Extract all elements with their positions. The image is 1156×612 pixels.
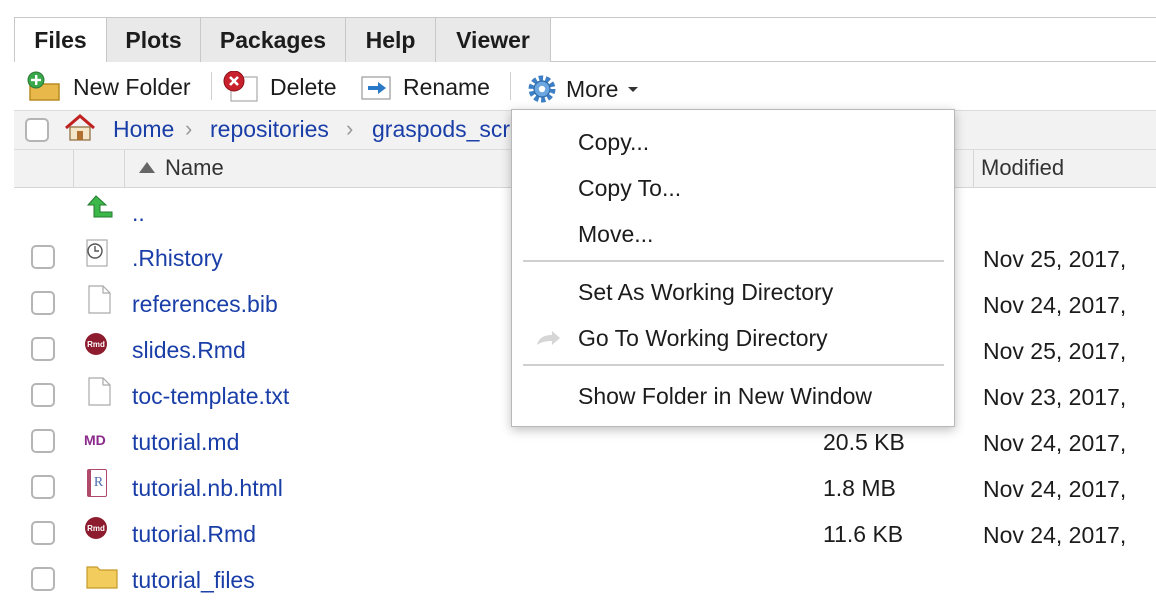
tab-plots[interactable]: Plots bbox=[107, 18, 201, 62]
tab-viewer[interactable]: Viewer bbox=[436, 18, 551, 62]
select-all-checkbox[interactable] bbox=[25, 118, 49, 142]
r-icon-text: R bbox=[93, 475, 104, 490]
file-size: 20.5 KB bbox=[823, 429, 905, 455]
file-modified: Nov 24, 2017, bbox=[983, 292, 1127, 318]
rmd-file-icon: Rmd bbox=[85, 333, 107, 355]
file-name-link[interactable]: slides.Rmd bbox=[132, 337, 246, 364]
file-name-link[interactable]: references.bib bbox=[132, 291, 278, 318]
md-file-icon: MD bbox=[84, 429, 112, 451]
delete-icon bbox=[223, 71, 258, 102]
file-modified: Nov 25, 2017, bbox=[983, 338, 1127, 364]
header-divider bbox=[973, 150, 974, 188]
tab-help[interactable]: Help bbox=[346, 18, 436, 62]
tab-files[interactable]: Files bbox=[14, 18, 107, 62]
breadcrumb-separator: › bbox=[185, 116, 193, 141]
breadcrumb-separator: › bbox=[346, 116, 354, 141]
file-size: 11.6 KB bbox=[823, 521, 904, 547]
file-name-link[interactable]: .. bbox=[132, 200, 145, 227]
file-name-link[interactable]: .Rhistory bbox=[132, 245, 223, 272]
tab-packages[interactable]: Packages bbox=[201, 18, 346, 62]
file-modified: Nov 24, 2017, bbox=[983, 522, 1127, 548]
file-name-link[interactable]: tutorial.md bbox=[132, 429, 239, 456]
breadcrumb-repositories[interactable]: repositories bbox=[210, 116, 329, 143]
row-checkbox[interactable] bbox=[31, 521, 55, 545]
menu-item-copy[interactable]: Copy... bbox=[578, 129, 649, 156]
breadcrumb-current[interactable]: graspods_scr bbox=[372, 116, 510, 143]
new-folder-button[interactable]: New Folder bbox=[26, 70, 191, 104]
delete-label: Delete bbox=[270, 73, 337, 100]
toolbar-separator bbox=[211, 72, 212, 100]
file-modified: Nov 23, 2017, bbox=[983, 384, 1127, 410]
rmd-file-icon: Rmd bbox=[85, 517, 107, 539]
row-checkbox[interactable] bbox=[31, 337, 55, 361]
tab-bar-filler bbox=[551, 18, 1156, 62]
header-divider bbox=[73, 150, 74, 188]
new-folder-icon bbox=[27, 71, 60, 101]
md-icon-text: MD bbox=[84, 432, 106, 448]
row-checkbox[interactable] bbox=[31, 567, 55, 591]
file-modified: Nov 25, 2017, bbox=[983, 246, 1127, 272]
top-strip bbox=[0, 0, 1156, 17]
new-folder-label: New Folder bbox=[73, 73, 191, 100]
column-name-header[interactable]: Name bbox=[165, 155, 224, 181]
toolbar-separator bbox=[510, 72, 511, 100]
file-size: 1.8 MB bbox=[823, 475, 896, 501]
blank-file-icon bbox=[88, 285, 111, 314]
header-divider bbox=[124, 150, 125, 188]
row-checkbox[interactable] bbox=[31, 429, 55, 453]
history-clock-icon bbox=[86, 239, 108, 267]
go-to-arrow-icon bbox=[537, 331, 560, 345]
file-name-link[interactable]: tutorial.nb.html bbox=[132, 475, 283, 502]
column-modified-header[interactable]: Modified bbox=[981, 155, 1064, 181]
file-modified: Nov 24, 2017, bbox=[983, 476, 1127, 502]
sort-ascending-icon bbox=[139, 162, 155, 173]
file-name-link[interactable]: tutorial.Rmd bbox=[132, 521, 256, 548]
row-checkbox[interactable] bbox=[31, 383, 55, 407]
blank-file-icon bbox=[88, 377, 111, 406]
delete-button[interactable]: Delete bbox=[222, 70, 336, 104]
row-checkbox[interactable] bbox=[31, 291, 55, 315]
rename-label: Rename bbox=[403, 73, 490, 100]
r-notebook-icon: R bbox=[87, 469, 107, 497]
rename-icon bbox=[361, 76, 391, 100]
more-dropdown-menu bbox=[511, 109, 955, 427]
rmd-icon-text: Rmd bbox=[87, 339, 105, 349]
gear-icon bbox=[528, 75, 556, 103]
more-label: More bbox=[566, 75, 619, 102]
menu-item-set-working-directory[interactable]: Set As Working Directory bbox=[578, 279, 833, 306]
menu-item-go-to-working-directory[interactable]: Go To Working Directory bbox=[578, 325, 828, 352]
up-arrow-icon bbox=[86, 195, 113, 218]
menu-separator bbox=[523, 260, 944, 262]
breadcrumb-home[interactable]: Home bbox=[113, 116, 174, 143]
file-name-link[interactable]: tutorial_files bbox=[132, 567, 255, 594]
more-button[interactable]: More bbox=[526, 72, 642, 106]
home-icon[interactable] bbox=[62, 113, 98, 143]
menu-item-show-folder-new-window[interactable]: Show Folder in New Window bbox=[578, 383, 872, 410]
menu-item-copy-to[interactable]: Copy To... bbox=[578, 175, 681, 202]
caret-down-icon bbox=[628, 87, 639, 92]
row-checkbox[interactable] bbox=[31, 475, 55, 499]
menu-item-move[interactable]: Move... bbox=[578, 221, 653, 248]
menu-separator bbox=[523, 364, 944, 366]
rmd-icon-text: Rmd bbox=[87, 523, 105, 533]
file-modified: Nov 24, 2017, bbox=[983, 430, 1127, 456]
rename-button[interactable]: Rename bbox=[360, 70, 490, 104]
row-checkbox[interactable] bbox=[31, 245, 55, 269]
folder-icon bbox=[86, 566, 118, 589]
file-name-link[interactable]: toc-template.txt bbox=[132, 383, 289, 410]
